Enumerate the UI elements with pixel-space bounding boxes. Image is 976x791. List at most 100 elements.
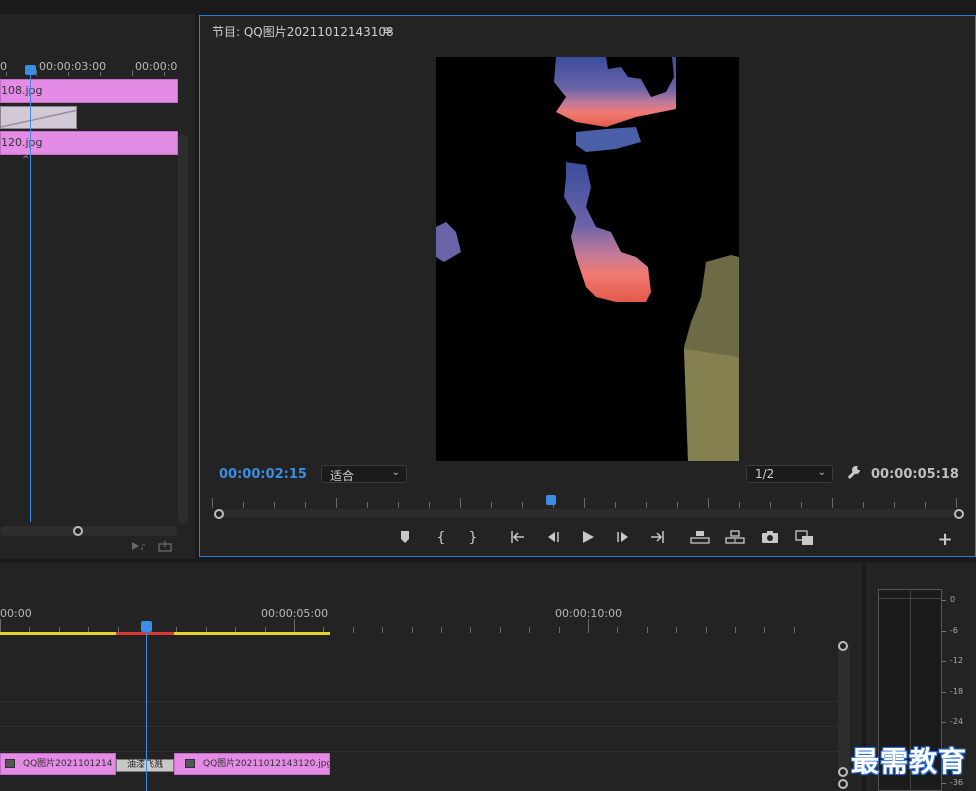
ruler-tick bbox=[429, 502, 430, 508]
monitor-time-ruler[interactable] bbox=[212, 496, 964, 508]
ruler-tick bbox=[382, 627, 384, 633]
ruler-tick bbox=[705, 627, 707, 633]
resolution-value: 1/2 bbox=[755, 467, 775, 481]
scroll-knob[interactable] bbox=[838, 779, 848, 789]
ruler-tick bbox=[894, 502, 895, 508]
db-label: 0 bbox=[950, 595, 956, 604]
scrub-bar[interactable] bbox=[216, 509, 960, 517]
ruler-tick bbox=[441, 627, 442, 633]
step-back-icon[interactable] bbox=[541, 526, 565, 550]
clip-label: 108.jpg bbox=[1, 84, 43, 97]
hamburger-menu-icon[interactable]: ≡ bbox=[382, 23, 392, 37]
ruler-tick bbox=[770, 502, 771, 508]
timeline-time-ruler[interactable]: 00:00 00:00:05:00 00:00:10:00 bbox=[0, 563, 840, 635]
video-clip-top[interactable]: 108.jpg bbox=[0, 79, 178, 103]
ruler-tick bbox=[460, 498, 461, 508]
ruler-tick bbox=[615, 502, 616, 508]
chevron-up-icon: ^ bbox=[22, 155, 30, 165]
ruler-tick bbox=[801, 502, 802, 508]
ruler-label: 00:00:03:00 bbox=[39, 60, 107, 73]
playhead-handle[interactable] bbox=[545, 495, 556, 505]
ruler-tick bbox=[764, 627, 766, 633]
audio-output-icon[interactable]: ♪ bbox=[131, 540, 147, 553]
ruler-tick bbox=[677, 502, 678, 508]
playhead-handle[interactable] bbox=[25, 65, 36, 75]
playhead-handle[interactable] bbox=[141, 621, 152, 632]
ruler-tick bbox=[352, 627, 354, 633]
zoom-level-select[interactable]: 适合 ⌄ bbox=[321, 465, 407, 483]
export-frame-icon[interactable] bbox=[758, 526, 782, 550]
wrench-icon[interactable] bbox=[845, 465, 861, 481]
play-icon[interactable] bbox=[576, 526, 600, 550]
source-timeline-panel: 0 00:00:03:00 00:00:0 108.jpg 120.jpg ^ … bbox=[0, 14, 195, 559]
add-button-icon[interactable]: + bbox=[933, 528, 957, 552]
sequence-timeline: 00:00 00:00:05:00 00:00:10:00 QQ图片202110… bbox=[0, 563, 862, 791]
ruler-tick bbox=[739, 502, 740, 508]
transition-diagonal-icon bbox=[1, 109, 76, 128]
go-to-in-icon[interactable] bbox=[506, 526, 530, 550]
ruler-tick bbox=[491, 502, 492, 508]
ruler-tick bbox=[832, 498, 833, 508]
video-preview bbox=[436, 57, 739, 461]
db-label: -6 bbox=[950, 625, 958, 635]
ruler-label: 00:00 bbox=[0, 607, 32, 620]
work-area-bar[interactable] bbox=[174, 632, 330, 635]
lift-icon[interactable] bbox=[688, 526, 712, 550]
monitor-title: 节目: QQ图片20211012143108 bbox=[212, 25, 394, 39]
svg-text:♪: ♪ bbox=[140, 543, 146, 552]
ruler-tick bbox=[305, 502, 306, 508]
db-label: -24 bbox=[950, 717, 964, 726]
transition-block[interactable] bbox=[0, 106, 77, 129]
duration-timecode: 00:00:05:18 bbox=[871, 467, 959, 482]
ruler-tick bbox=[398, 502, 399, 508]
ruler-tick bbox=[793, 627, 795, 633]
video-clip-b[interactable]: QQ图片20211012143120.jpg bbox=[174, 753, 330, 775]
horizontal-scrollbar[interactable] bbox=[0, 526, 178, 536]
scroll-knob-top[interactable] bbox=[838, 641, 848, 651]
ruler-tick bbox=[411, 627, 413, 633]
watermark-logo: 最需教育 bbox=[851, 745, 968, 778]
current-timecode[interactable]: 00:00:02:15 bbox=[219, 467, 307, 482]
transport-controls: { } + bbox=[200, 526, 975, 550]
ruler-tick bbox=[336, 498, 337, 508]
ruler-tick bbox=[676, 627, 678, 633]
vertical-scrollbar[interactable] bbox=[178, 134, 188, 524]
db-tick bbox=[942, 630, 946, 632]
ruler-tick bbox=[294, 619, 295, 633]
export-icon[interactable] bbox=[158, 540, 172, 552]
step-forward-icon[interactable] bbox=[611, 526, 635, 550]
fx-badge-icon bbox=[185, 759, 195, 768]
comparison-view-icon[interactable] bbox=[793, 526, 817, 550]
fx-badge-icon bbox=[5, 759, 15, 768]
db-tick bbox=[942, 783, 946, 784]
chevron-down-icon: ⌄ bbox=[817, 467, 826, 478]
ruler-tick bbox=[367, 502, 368, 508]
video-clip-bottom[interactable]: 120.jpg bbox=[0, 131, 178, 155]
db-tick bbox=[942, 722, 946, 723]
mark-in-icon[interactable]: { bbox=[429, 526, 453, 550]
clip-label: 120.jpg bbox=[1, 136, 43, 149]
ruler-tick bbox=[617, 627, 619, 633]
marker-icon[interactable] bbox=[393, 526, 417, 550]
preview-frame-image bbox=[436, 57, 739, 461]
scroll-knob[interactable] bbox=[73, 526, 83, 536]
go-to-out-icon[interactable] bbox=[645, 526, 669, 550]
work-area-bar[interactable] bbox=[0, 632, 116, 635]
ruler-tick bbox=[588, 619, 589, 633]
ruler-tick bbox=[584, 498, 585, 508]
vertical-scrollbar[interactable] bbox=[838, 641, 850, 778]
video-clip-a[interactable]: QQ图片2021101214 bbox=[0, 753, 116, 775]
resolution-select[interactable]: 1/2 ⌄ bbox=[746, 465, 833, 483]
db-label: -18 bbox=[950, 686, 964, 696]
ruler-tick bbox=[243, 502, 244, 508]
playhead-line bbox=[146, 629, 147, 791]
mark-out-icon[interactable]: } bbox=[461, 526, 485, 550]
scroll-knob-right[interactable] bbox=[954, 509, 964, 519]
ruler-tick bbox=[558, 627, 560, 633]
extract-icon[interactable] bbox=[723, 526, 747, 550]
scroll-knob-left[interactable] bbox=[214, 509, 224, 519]
scroll-knob-bottom[interactable] bbox=[838, 767, 848, 777]
transition-effect[interactable]: 油漆飞溅 bbox=[116, 759, 174, 772]
db-label: -12 bbox=[950, 656, 964, 665]
ruler-tick bbox=[708, 498, 709, 508]
